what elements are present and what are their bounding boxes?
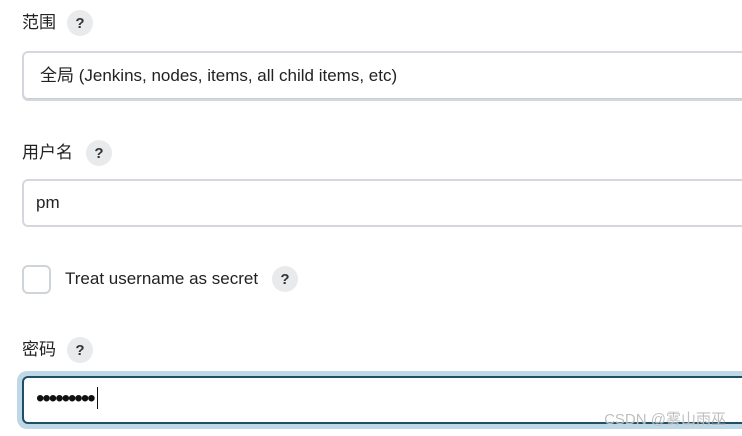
username-secret-label[interactable]: Treat username as secret <box>65 269 258 289</box>
username-secret-checkbox[interactable] <box>22 265 51 294</box>
username-input[interactable]: pm <box>22 179 742 227</box>
username-label: 用户名 <box>22 143 73 162</box>
password-help-icon[interactable]: ? <box>67 337 93 363</box>
username-secret-help-icon[interactable]: ? <box>272 266 298 292</box>
scope-label: 范围 <box>22 13 56 32</box>
scope-help-icon[interactable]: ? <box>67 10 93 36</box>
password-masked-value: ••••••••• <box>36 385 96 412</box>
scope-select[interactable]: 全局 (Jenkins, nodes, items, all child ite… <box>22 51 742 101</box>
password-input[interactable]: ••••••••• <box>22 376 742 424</box>
text-caret <box>96 386 98 409</box>
username-help-icon[interactable]: ? <box>86 140 112 166</box>
password-label: 密码 <box>22 340 56 359</box>
